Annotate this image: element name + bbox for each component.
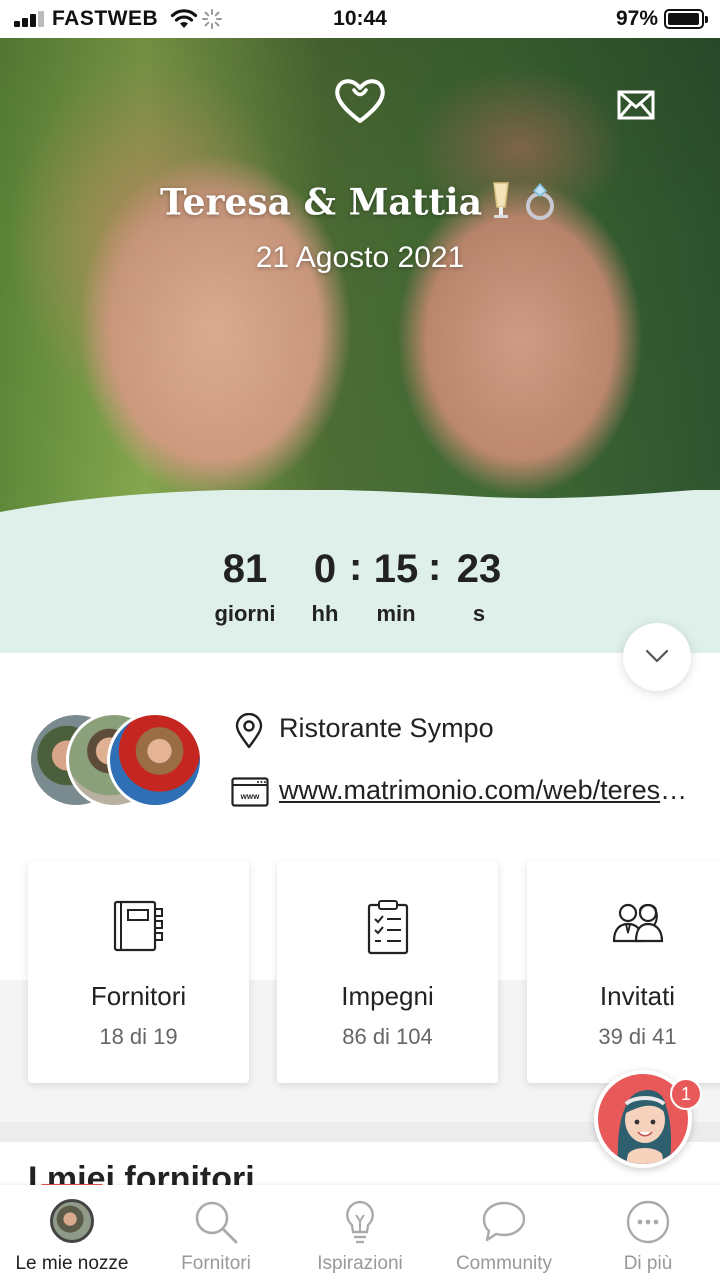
guests-icon — [612, 903, 663, 943]
countdown-days: 81 giorni — [212, 547, 278, 627]
tab-community[interactable]: Community — [432, 1185, 576, 1280]
avatar — [50, 1199, 94, 1243]
bottom-tab-bar: Le mie nozze Fornitori Ispirazioni Commu… — [0, 1185, 720, 1280]
tab-fornitori[interactable]: Fornitori — [144, 1185, 288, 1280]
heart-icon[interactable] — [332, 76, 388, 126]
checklist-icon — [367, 900, 408, 955]
tab-label: Le mie nozze — [15, 1253, 129, 1274]
countdown-seconds-label: s — [472, 601, 486, 626]
battery-percent: 97% — [615, 7, 658, 30]
battery-icon — [664, 9, 708, 29]
notebook-icon — [113, 900, 163, 952]
card-count: 18 di 19 — [99, 1024, 178, 1049]
couple-names: Teresa & Mattia — [0, 181, 720, 230]
tab-label: Community — [455, 1253, 553, 1274]
ring-icon — [520, 181, 560, 230]
card-title: Impegni — [341, 981, 434, 1011]
couple-names-text: Teresa & Mattia — [159, 181, 483, 224]
wedding-date: 21 Agosto 2021 — [255, 241, 465, 274]
search-icon — [195, 1201, 238, 1244]
card-fornitori[interactable]: Fornitori 18 di 19 — [28, 861, 249, 1083]
card-title: Fornitori — [90, 981, 187, 1011]
chevron-down-icon — [645, 649, 669, 663]
countdown-separator: : — [428, 545, 442, 589]
countdown-minutes-label: min — [376, 601, 416, 626]
tab-ispirazioni[interactable]: Ispirazioni — [288, 1185, 432, 1280]
website-link[interactable]: www.matrimonio.com/web/teresa-mattia — [279, 775, 699, 806]
countdown-hours-label: hh — [311, 601, 339, 626]
countdown-days-label: giorni — [214, 601, 276, 626]
battery-fill — [668, 13, 700, 25]
tab-label: Ispirazioni — [317, 1253, 403, 1274]
tab-label: Di più — [623, 1253, 673, 1274]
location-pin-icon — [235, 713, 263, 749]
card-count: 86 di 104 — [342, 1024, 433, 1049]
tab-label: Fornitori — [181, 1253, 251, 1274]
card-impegni[interactable]: Impegni 86 di 104 — [277, 861, 498, 1083]
countdown-seconds-value: 23 — [456, 547, 502, 591]
countdown-hours-value: 0 — [313, 547, 337, 591]
svg-text:www: www — [240, 792, 260, 801]
countdown-seconds: 23 s — [448, 547, 510, 627]
notification-badge: 1 — [670, 1078, 702, 1110]
countdown-hours: 0 hh — [304, 547, 346, 627]
status-bar: FASTWEB 10:44 97% — [0, 0, 720, 38]
mail-icon[interactable] — [617, 90, 655, 120]
tab-di-piu[interactable]: Di più — [576, 1185, 720, 1280]
card-title: Invitati — [599, 981, 676, 1011]
lightbulb-icon — [346, 1200, 374, 1244]
website-icon: www — [231, 777, 269, 807]
champagne-icon — [486, 181, 516, 230]
tab-le-mie-nozze[interactable]: Le mie nozze — [0, 1185, 144, 1280]
countdown-minutes: 15 min — [368, 547, 424, 627]
hero-photo: Teresa & Mattia 21 Agosto 2021 — [0, 38, 720, 538]
clock: 10:44 — [333, 7, 387, 30]
countdown-band: 81 giorni 0 hh : 15 min : 23 s — [0, 490, 720, 653]
countdown-days-value: 81 — [222, 547, 268, 591]
countdown-separator: : — [349, 545, 363, 589]
chat-bubble-icon — [482, 1201, 526, 1242]
card-count: 39 di 41 — [598, 1024, 677, 1049]
more-icon — [626, 1200, 670, 1244]
card-invitati[interactable]: Invitati 39 di 41 — [527, 861, 720, 1083]
countdown-minutes-value: 15 — [373, 547, 419, 591]
avatar[interactable] — [107, 712, 203, 808]
collapse-button[interactable] — [623, 623, 691, 691]
venue-name[interactable]: Ristorante Sympo — [279, 713, 494, 744]
